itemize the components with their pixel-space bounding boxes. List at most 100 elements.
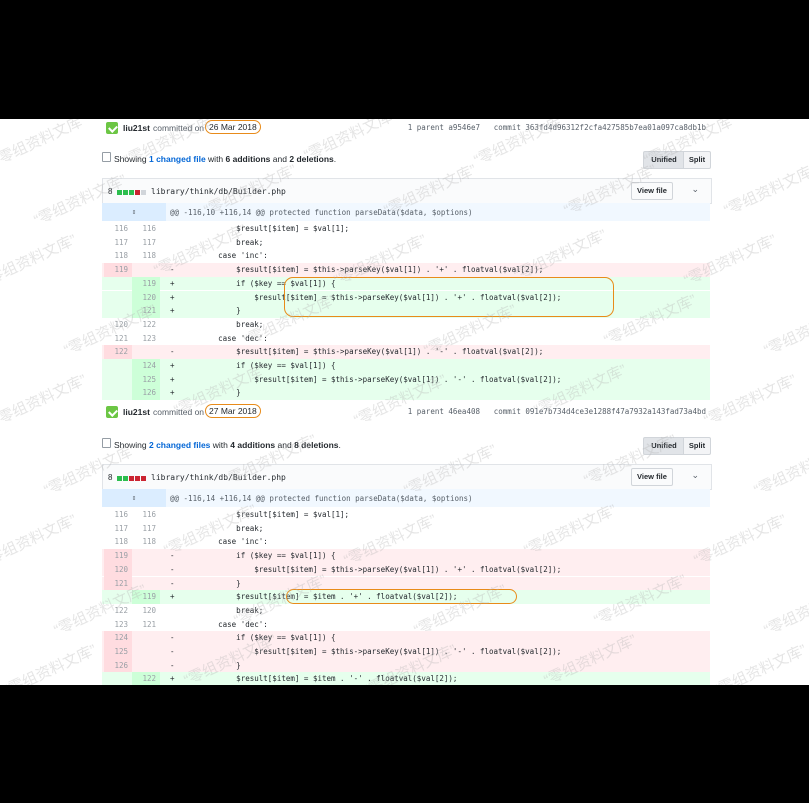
diff-sign: - (170, 551, 175, 561)
line-number-right[interactable]: 123 (132, 332, 160, 346)
line-number-right[interactable]: 122 (132, 318, 160, 332)
split-view-button[interactable]: Split (683, 151, 711, 169)
line-number-left[interactable]: 121 (104, 576, 132, 591)
line-number-left[interactable]: 126 (104, 658, 132, 673)
line-number-left[interactable]: 116 (104, 222, 132, 236)
diffstat-bar (117, 188, 147, 195)
watermark-text: “零组资料文库” (761, 301, 809, 360)
line-number-right[interactable]: 120 (132, 604, 160, 618)
code-text: if ($key == $val[1]) { (182, 361, 336, 370)
code-text: case 'inc': (182, 251, 268, 261)
line-number-left[interactable]: 118 (104, 535, 132, 549)
line-number-left[interactable]: 120 (104, 318, 132, 332)
line-number-right[interactable]: 117 (132, 522, 160, 536)
line-number-left[interactable]: 123 (104, 618, 132, 632)
diff-line: 117 117 break; (102, 236, 710, 250)
line-number-left[interactable]: 116 (104, 508, 132, 522)
diffstat-bar (117, 474, 147, 481)
diff-sign: - (170, 265, 175, 275)
line-number-left[interactable]: 117 (104, 522, 132, 536)
diff-line: 125 + $result[$item] = $this->parseKey($v… (102, 372, 710, 387)
code-text: $result[$item] = $this->parseKey($val[1]… (182, 347, 544, 357)
diff-line: 116 116 $result[$item] = $val[1]; (102, 222, 710, 236)
expand-icon[interactable]: ⇕ (102, 203, 166, 221)
diff-line: 118 118 case 'inc': (102, 535, 710, 549)
line-number-left[interactable]: 124 (104, 631, 132, 645)
line-number-right[interactable]: 126 (132, 386, 160, 401)
split-view-button[interactable]: Split (683, 437, 711, 455)
line-number-left[interactable]: 119 (104, 549, 132, 563)
avatar-icon[interactable] (106, 406, 118, 418)
line-number-right[interactable]: 121 (132, 618, 160, 632)
commit-header-2: liu21st committed on 27 Mar 2018 1 paren… (104, 404, 710, 421)
diff-summary-2: Showing 2 changed files with 4 additions… (102, 437, 711, 457)
diff-line: 122 - $result[$item] = $this->parseKey($v… (102, 345, 710, 359)
diff-sign: - (170, 578, 175, 588)
file-path[interactable]: library/think/db/Builder.php (151, 473, 286, 482)
watermark-text: “零组资料文库” (0, 231, 80, 290)
unified-view-button[interactable]: Unified (643, 151, 685, 169)
unified-view-button[interactable]: Unified (643, 437, 685, 455)
diff-sign: + (170, 388, 175, 398)
line-number-left[interactable]: 120 (104, 562, 132, 577)
watermark-text: “零组资料文库” (761, 581, 809, 640)
view-file-button[interactable]: View file (631, 468, 673, 486)
commit-author[interactable]: liu21st (123, 123, 150, 133)
file-path[interactable]: library/think/db/Builder.php (151, 187, 286, 196)
commit-date: 26 Mar 2018 (205, 120, 261, 134)
line-number-right[interactable]: 125 (132, 372, 160, 387)
change-count: 8 (108, 473, 113, 482)
line-number-right[interactable]: 119 (132, 590, 160, 604)
code-text: $result[$item] = $this->parseKey($val[1]… (182, 647, 562, 656)
file-header-1: 8 library/think/db/Builder.php View file… (102, 178, 712, 204)
line-number-right[interactable]: 122 (132, 672, 160, 685)
changed-files-link[interactable]: 2 changed files (149, 440, 210, 450)
watermark-text: “零组资料文库” (0, 511, 80, 570)
diff-sign: - (170, 647, 175, 656)
diff-line: 122 120 break; (102, 604, 710, 618)
line-number-left[interactable]: 122 (104, 604, 132, 618)
code-text: break; (182, 319, 264, 329)
line-number-right[interactable]: 118 (132, 535, 160, 549)
line-number-right[interactable]: 124 (132, 359, 160, 373)
parent-commit[interactable]: 1 parent a9546e7 (408, 123, 480, 132)
watermark-text: “零组资料文库” (701, 371, 800, 430)
diff-line: 118 118 case 'inc': (102, 249, 710, 263)
watermark-text: “零组资料文库” (751, 441, 809, 500)
chevron-down-icon[interactable]: ⌄ (691, 184, 699, 195)
diff-sign: - (170, 347, 175, 357)
commit-author[interactable]: liu21st (123, 407, 150, 417)
watermark-text: “零组资料文库” (1, 641, 100, 685)
line-number-left[interactable]: 117 (104, 236, 132, 250)
line-number-right[interactable]: 120 (132, 290, 160, 305)
line-number-left[interactable]: 125 (104, 645, 132, 659)
line-number-left[interactable]: 121 (104, 332, 132, 346)
avatar-icon[interactable] (106, 122, 118, 134)
line-number-left[interactable]: 122 (104, 345, 132, 359)
highlight-box-2 (286, 589, 517, 604)
commit-date: 27 Mar 2018 (205, 404, 261, 418)
commit-sha: commit 363fd4d96312f2cfa427585b7ea01a097… (493, 123, 706, 132)
line-number-right[interactable]: 117 (132, 236, 160, 250)
code-text: case 'dec': (182, 619, 268, 629)
line-number-left[interactable]: 118 (104, 249, 132, 263)
line-number-right[interactable]: 118 (132, 249, 160, 263)
diff-sign: - (170, 633, 175, 643)
expand-icon[interactable]: ⇕ (102, 489, 166, 507)
committed-label: committed on (153, 123, 205, 133)
code-text: if ($key == $val[1]) { (182, 633, 336, 643)
line-number-right[interactable]: 116 (132, 508, 160, 522)
diff-sign: - (170, 660, 175, 670)
highlight-box-1 (284, 277, 614, 317)
line-number-right[interactable]: 116 (132, 222, 160, 236)
line-number-right[interactable]: 119 (132, 276, 160, 291)
line-number-left[interactable]: 119 (104, 263, 132, 277)
view-file-button[interactable]: View file (631, 182, 673, 200)
changed-files-link[interactable]: 1 changed file (149, 154, 206, 164)
line-number-right[interactable]: 121 (132, 304, 160, 318)
parent-commit[interactable]: 1 parent 46ea408 (408, 407, 480, 416)
commit-header-1: liu21st committed on 26 Mar 2018 1 paren… (104, 120, 710, 137)
diff-line: 119 - if ($key == $val[1]) { (102, 549, 710, 563)
diff-line: 123 121 case 'dec': (102, 618, 710, 632)
chevron-down-icon[interactable]: ⌄ (691, 470, 699, 481)
